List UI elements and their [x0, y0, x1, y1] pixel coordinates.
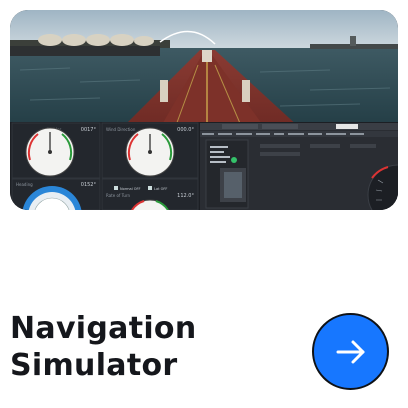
- open-card-button[interactable]: [312, 313, 389, 390]
- simulator-preview-image: Rudder 0017° Wind Direction 000.0° Headi…: [10, 10, 398, 210]
- card-title-line-1: Navigation: [10, 311, 197, 346]
- svg-text:0017°: 0017°: [81, 127, 97, 133]
- heading-compass-panel: Heading 0152°: [11, 178, 101, 210]
- svg-text:Normal OFF: Normal OFF: [120, 187, 141, 191]
- control-software-window: [200, 123, 398, 210]
- bridge-view-3d: [10, 10, 398, 129]
- wind-gauge-panel: Wind Direction 000.0°: [101, 122, 199, 179]
- arrow-right-icon: [336, 340, 364, 363]
- svg-text:Heading: Heading: [16, 182, 33, 187]
- rudder-gauge-panel: Rudder 0017°: [11, 122, 101, 179]
- svg-text:Wind Direction: Wind Direction: [106, 127, 136, 132]
- rate-of-turn-panel: Normal OFF Lat OFF Rate of Turn 112.0°: [101, 178, 199, 210]
- card-title: Navigation Simulator: [10, 310, 290, 384]
- svg-text:000.0°: 000.0°: [177, 127, 194, 133]
- svg-text:0152°: 0152°: [81, 182, 97, 188]
- svg-text:112.0°: 112.0°: [177, 193, 194, 199]
- svg-text:Lat OFF: Lat OFF: [154, 187, 167, 191]
- card-title-line-2: Simulator: [10, 348, 178, 383]
- svg-text:Rate of Turn: Rate of Turn: [106, 193, 131, 198]
